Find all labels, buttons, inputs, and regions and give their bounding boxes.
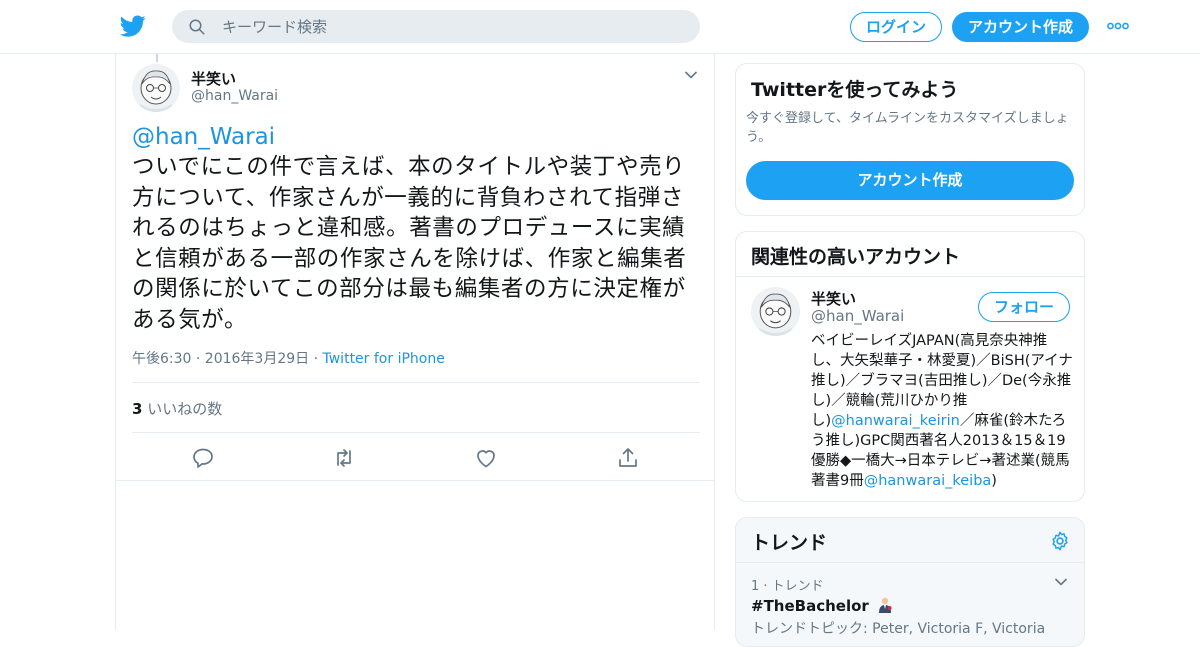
share-icon[interactable]	[616, 446, 640, 470]
likes-label: いいねの数	[142, 400, 223, 418]
related-account-name[interactable]: 半笑い	[811, 288, 856, 309]
signup-card-description: 今すぐ登録して、タイムラインをカスタマイズしましょう。	[746, 111, 1069, 145]
divider	[116, 480, 714, 481]
likes-stat[interactable]: 3 いいねの数	[132, 398, 222, 419]
related-card-title: 関連性の高いアカウント	[751, 246, 961, 268]
bio-mention-link[interactable]: @hanwarai_keirin	[831, 413, 960, 429]
chevron-down-icon[interactable]	[684, 70, 698, 80]
trend-rank: 1 · トレンド	[751, 579, 824, 594]
divider	[132, 382, 700, 383]
bio-text: )	[991, 473, 997, 489]
tweet-source-link[interactable]: Twitter for iPhone	[323, 351, 445, 367]
trends-title: トレンド	[751, 532, 828, 554]
avatar[interactable]	[751, 287, 800, 336]
tweet-mention-link[interactable]: @han_Warai	[132, 124, 275, 150]
signup-card-title: Twitterを使ってみよう	[751, 79, 959, 101]
author-name[interactable]: 半笑い	[191, 68, 236, 89]
chevron-down-icon[interactable]	[1054, 577, 1068, 587]
avatar-illustration	[751, 287, 800, 336]
gear-icon[interactable]	[1049, 530, 1071, 552]
avatar[interactable]	[132, 64, 180, 112]
trend-item[interactable]: #TheBachelor	[751, 596, 894, 615]
top-navigation-bar: ログイン アカウント作成	[0, 0, 1200, 54]
rose-emoji-icon	[879, 597, 892, 613]
more-options-icon[interactable]	[1107, 22, 1129, 30]
divider	[736, 276, 1084, 277]
related-accounts-card: 関連性の高いアカウント 半笑い @han_Warai フォロー ベイビーレイズJ…	[735, 231, 1085, 502]
trends-card: トレンド 1 · トレンド #TheBachelor トレンドトピック: Pet…	[735, 517, 1085, 647]
search-icon	[189, 19, 205, 35]
thread-connector	[156, 54, 158, 62]
signup-card-button[interactable]: アカウント作成	[746, 161, 1074, 200]
tweet-metadata: 午後6:30 · 2016年3月29日 · Twitter for iPhone	[132, 348, 445, 368]
follow-button[interactable]: フォロー	[978, 292, 1070, 322]
reply-icon[interactable]	[191, 446, 215, 470]
trend-topic: トレンドトピック: Peter, Victoria F, Victoria	[751, 621, 1046, 637]
search-box[interactable]	[172, 10, 700, 43]
trend-hashtag[interactable]: #TheBachelor	[751, 597, 869, 615]
signup-button[interactable]: アカウント作成	[952, 12, 1089, 42]
bio-mention-link[interactable]: @hanwarai_keiba	[864, 473, 992, 489]
divider	[132, 432, 700, 433]
retweet-icon[interactable]	[332, 446, 356, 470]
tweet-detail: 半笑い @han_Warai @han_Warai ついでにこの件で言えば、本の…	[115, 54, 715, 630]
like-icon[interactable]	[474, 446, 498, 470]
avatar-illustration	[132, 64, 180, 112]
tweet-text: ついでにこの件で言えば、本のタイトルや装丁や売り方について、作家さんが一義的に背…	[132, 154, 687, 333]
search-input[interactable]	[222, 10, 682, 43]
related-account-bio: ベイビーレイズJAPAN(高見奈央神推し、大矢梨華子・林愛夏)／BiSH(アイナ…	[811, 331, 1076, 491]
twitter-bird-icon[interactable]	[119, 13, 147, 39]
author-handle[interactable]: @han_Warai	[191, 88, 278, 104]
likes-count: 3	[132, 400, 143, 418]
related-account-handle[interactable]: @han_Warai	[811, 307, 904, 325]
signup-card: Twitterを使ってみよう 今すぐ登録して、タイムラインをカスタマイズしましょ…	[735, 63, 1085, 216]
trends-header: トレンド	[736, 518, 1084, 563]
login-button[interactable]: ログイン	[850, 12, 942, 42]
tweet-timestamp[interactable]: 午後6:30 · 2016年3月29日 ·	[132, 351, 323, 367]
